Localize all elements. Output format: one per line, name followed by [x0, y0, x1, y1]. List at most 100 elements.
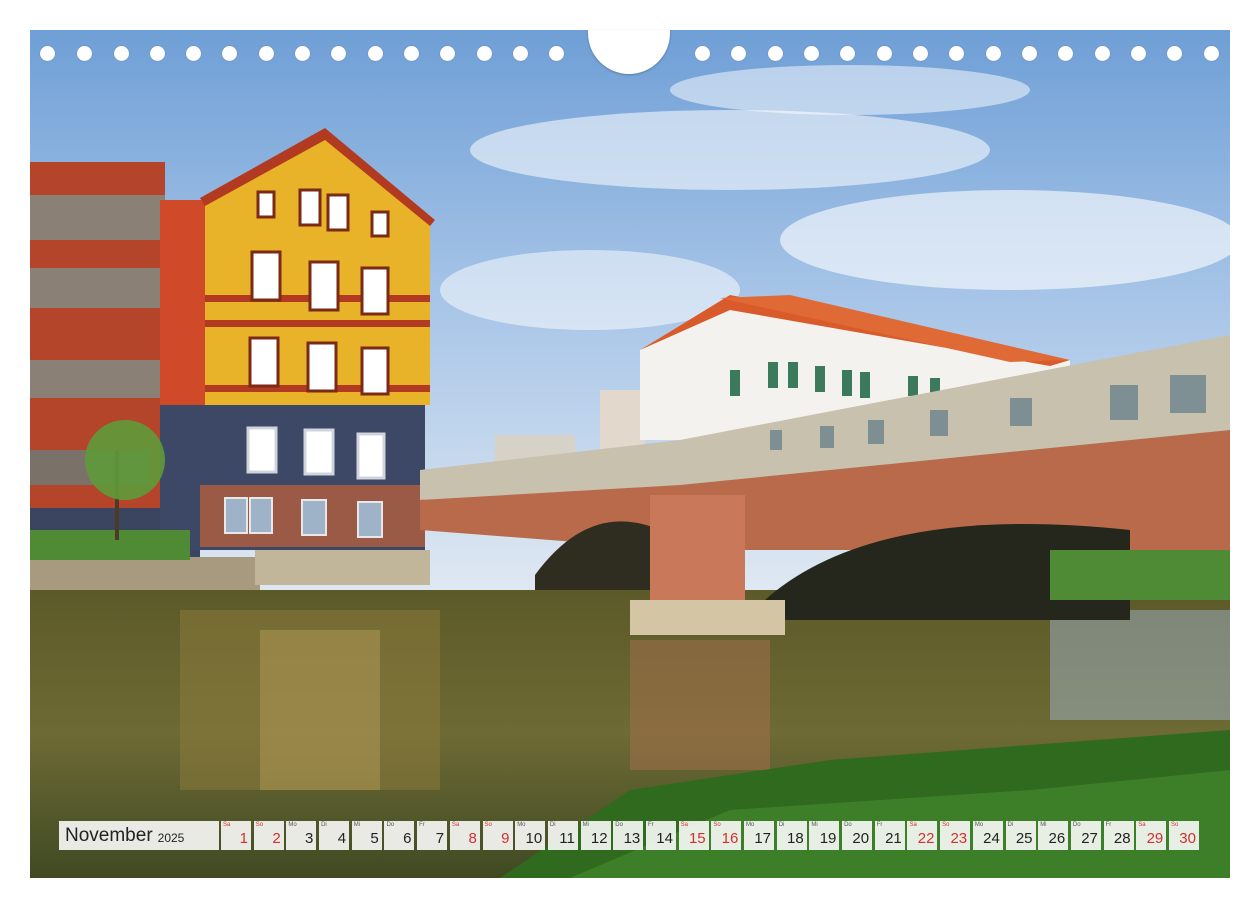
- weekday-abbr: Do: [615, 822, 623, 828]
- day-number: 5: [370, 830, 379, 847]
- day-cell: Fr 21: [874, 821, 905, 850]
- cloud: [780, 190, 1230, 290]
- day-number: 26: [1048, 830, 1066, 847]
- weekday-abbr: Do: [844, 822, 852, 828]
- year: 2025: [157, 830, 185, 845]
- day-cell: Mo 17: [744, 821, 774, 850]
- day-number: 10: [525, 830, 543, 847]
- weekday-abbr: Mi: [1040, 822, 1047, 828]
- calendar-strip: November 2025 Sa 1 So 2 Mo 3 Di 4 Mi 5 Do 6 Fr 7 Sa 8 So…: [59, 821, 1202, 850]
- weekday-abbr: So: [484, 822, 492, 828]
- day-number: 16: [721, 830, 739, 847]
- weekday-abbr: Mo: [288, 822, 297, 828]
- weekday-abbr: Mi: [582, 822, 589, 828]
- day-number: 22: [917, 830, 935, 847]
- day-cell: So 16: [711, 821, 742, 850]
- day-number: 27: [1081, 830, 1098, 847]
- day-cell: Sa 8: [449, 821, 480, 850]
- weekday-abbr: Do: [386, 822, 395, 828]
- day-cell: Mo 24: [972, 821, 1003, 850]
- weekday-abbr: Mo: [746, 822, 755, 828]
- day-number: 11: [559, 830, 575, 847]
- day-number: 7: [435, 830, 445, 847]
- day-cell: So 30: [1168, 821, 1199, 850]
- weekday-abbr: Fr: [419, 822, 425, 828]
- weekday-abbr: Sa: [909, 822, 917, 828]
- weekday-abbr: Mo: [974, 822, 984, 828]
- day-number: 8: [468, 830, 477, 847]
- day-number: 20: [852, 830, 870, 847]
- day-cell: Di 4: [319, 821, 350, 850]
- weekday-abbr: Mi: [811, 822, 818, 828]
- day-number: 21: [885, 830, 902, 847]
- day-number: 30: [1179, 830, 1196, 847]
- day-cell: Do 13: [613, 821, 644, 850]
- weekday-abbr: Sa: [223, 822, 231, 828]
- day-cell: Mi 19: [809, 821, 840, 850]
- calendar-photo: [30, 30, 1230, 878]
- day-cell: So 23: [940, 821, 971, 850]
- cloud: [670, 65, 1030, 115]
- day-number: 29: [1146, 830, 1164, 847]
- day-cell: Sa 22: [907, 821, 938, 850]
- weekday-abbr: Di: [1007, 822, 1014, 828]
- day-number: 3: [305, 830, 314, 847]
- day-cell: Sa 15: [678, 821, 709, 850]
- day-cell: Fr 28: [1103, 821, 1134, 850]
- day-number: 6: [403, 830, 412, 847]
- river-bridge-scene: [30, 30, 1230, 878]
- weekday-abbr: Do: [1072, 822, 1081, 828]
- weekday-abbr: Fr: [647, 822, 654, 828]
- tree: [85, 420, 165, 500]
- weekday-abbr: Di: [321, 822, 327, 828]
- weekday-abbr: Di: [549, 822, 556, 828]
- day-cell: Fr 14: [645, 821, 676, 850]
- weekday-abbr: Fr: [1105, 822, 1112, 828]
- weekday-abbr: So: [942, 822, 950, 828]
- day-cell: Do 20: [842, 821, 873, 850]
- weekday-abbr: So: [713, 822, 721, 828]
- weekday-abbr: Fr: [876, 822, 883, 828]
- day-number: 9: [501, 830, 510, 847]
- weekday-abbr: Sa: [680, 822, 688, 828]
- day-number: 1: [239, 830, 248, 847]
- day-cell: Sa 1: [221, 821, 251, 850]
- weekday-abbr: Di: [778, 822, 785, 828]
- month-name: November: [65, 824, 153, 846]
- weekday-abbr: So: [1170, 822, 1179, 828]
- day-number: 14: [656, 830, 673, 847]
- day-number: 25: [1015, 830, 1033, 847]
- day-cell: Mi 12: [580, 821, 611, 850]
- day-cell: Mi 5: [351, 821, 382, 850]
- weekday-abbr: Sa: [451, 822, 460, 828]
- day-cell: Di 18: [776, 821, 807, 850]
- day-cell: Do 27: [1070, 821, 1101, 850]
- day-number: 13: [623, 830, 641, 847]
- day-cell: So 9: [482, 821, 513, 850]
- day-number: 2: [272, 830, 281, 847]
- month-label-box: November 2025: [59, 821, 219, 850]
- day-number: 15: [688, 830, 706, 847]
- cloud: [470, 110, 990, 190]
- weekday-abbr: Mo: [517, 822, 526, 828]
- day-cell: Mo 3: [286, 821, 317, 850]
- day-number: 12: [590, 830, 608, 847]
- day-cell: Di 25: [1005, 821, 1036, 850]
- day-number: 24: [983, 830, 1000, 847]
- weekday-abbr: Mi: [353, 822, 361, 828]
- day-number: 4: [337, 830, 347, 847]
- day-cell: Di 11: [547, 821, 578, 850]
- day-number: 17: [754, 830, 771, 847]
- day-number: 18: [787, 830, 804, 847]
- day-cell: Do 6: [384, 821, 415, 850]
- day-cell: Mi 26: [1038, 821, 1069, 850]
- day-cell: So 2: [253, 821, 284, 850]
- day-cell: Sa 29: [1136, 821, 1167, 850]
- day-number: 23: [950, 830, 968, 847]
- weekday-abbr: Sa: [1138, 822, 1146, 828]
- day-number: 19: [819, 830, 837, 847]
- day-cell: Fr 7: [417, 821, 448, 850]
- day-number: 28: [1113, 830, 1131, 847]
- weekday-abbr: So: [255, 822, 264, 828]
- day-cell: Mo 10: [515, 821, 546, 850]
